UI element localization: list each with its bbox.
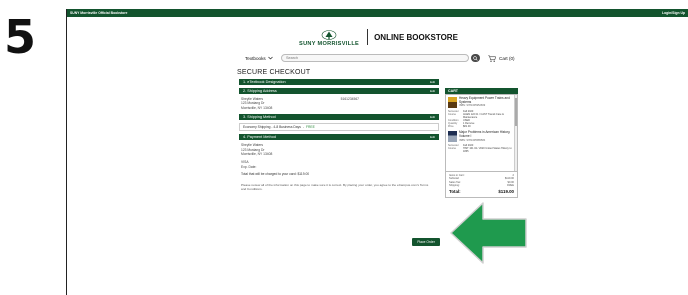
- arrow-pointer-icon: [449, 200, 529, 266]
- total-label: Total:: [449, 188, 461, 194]
- book-cover-icon: [448, 131, 457, 143]
- shipping-address-block: Sheylie Waters 123 Mustang Dr Morrisvill…: [239, 97, 439, 110]
- page-title: SECURE CHECKOUT: [237, 69, 311, 76]
- cart-item-title[interactable]: Major Problems in American History, Volu…: [459, 130, 512, 138]
- place-order-button[interactable]: Place Order: [412, 238, 440, 246]
- shipping-method-box: Economy Shipping - 4-8 Business Days - F…: [239, 123, 439, 132]
- address-city: Morrisville, NY 13408: [241, 105, 273, 110]
- total-charged: Total that will be charged to your card:…: [241, 172, 310, 177]
- section-title: 2. Shipping Address: [243, 89, 277, 93]
- textbooks-dropdown[interactable]: Textbooks: [245, 56, 281, 61]
- cart-scrollbar[interactable]: [514, 95, 517, 171]
- cart-link[interactable]: Cart (0): [488, 55, 515, 62]
- meta-value: HIST 101 02 / 2020 United States History…: [463, 147, 512, 154]
- login-link[interactable]: Login/Sign Up: [662, 11, 685, 15]
- cart-panel: CART Heavy Equipment Power Trains and Sy…: [445, 88, 518, 198]
- logo-seal-text: SUNY MORRISVILLE: [299, 41, 360, 47]
- section-title: 4. Payment Method: [243, 135, 276, 140]
- cart-items-list[interactable]: Heavy Equipment Power Trains and Systems…: [445, 94, 518, 172]
- search-icon: [473, 55, 478, 61]
- edit-link[interactable]: Edit: [430, 115, 435, 119]
- cart-item-isbn: ISBN: 9781305952669: [459, 104, 486, 108]
- cart-item-details: Semester Fall 2020 Course AGEN 122 01 / CA…: [448, 110, 512, 128]
- summary-label: Shipping:: [449, 184, 460, 188]
- section-title: 1. eTextbook Designation: [243, 80, 286, 84]
- step-number: 5: [4, 10, 37, 64]
- search-input[interactable]: Search: [281, 54, 469, 62]
- cart-item-isbn: ISBN: 9781305585584: [459, 138, 486, 142]
- edit-link[interactable]: Edit: [430, 80, 435, 84]
- section-etextbook-designation: 1. eTextbook Designation Edit: [239, 79, 439, 85]
- section-shipping-method: 3. Shipping Method Edit: [239, 114, 439, 121]
- store-name: SUNY Morrisville Official Bookstore: [70, 11, 128, 15]
- checkout-steps: 1. eTextbook Designation Edit 2. Shippin…: [239, 79, 439, 191]
- browser-screenshot: SUNY Morrisville Official Bookstore Logi…: [66, 9, 688, 295]
- payment-block: Sheylie Waters 123 Mustang Dr Morrisvill…: [239, 143, 439, 169]
- cart-item-details: Semester Fall 2020 Course HIST 101 02 / 20…: [448, 144, 512, 153]
- meta-value: $81.00: [463, 125, 471, 129]
- scrollbar-thumb[interactable]: [515, 98, 517, 126]
- payment-exp: Exp. Date:: [241, 164, 257, 169]
- search-button[interactable]: [471, 54, 480, 62]
- summary-value: FREE: [507, 184, 514, 188]
- shipping-cost: FREE: [306, 125, 315, 130]
- total-value: $119.00: [498, 188, 514, 194]
- review-notice: Please review all of the information on …: [241, 183, 429, 192]
- section-payment-method: 4. Payment Method Edit: [239, 134, 439, 141]
- textbooks-label: Textbooks: [245, 55, 266, 61]
- top-bar: SUNY Morrisville Official Bookstore Logi…: [67, 9, 688, 17]
- search-row: Textbooks Search Cart (0): [245, 53, 545, 63]
- chevron-down-icon: [267, 56, 273, 60]
- address-phone: 5161234567: [340, 97, 359, 101]
- edit-link[interactable]: Edit: [430, 135, 435, 139]
- tree-seal-logo-icon: [321, 30, 337, 40]
- cart-icon: [488, 55, 496, 62]
- cart-item: Heavy Equipment Power Trains and Systems…: [448, 96, 512, 108]
- shipping-method-label: Economy Shipping - 4-8 Business Days: [243, 125, 301, 130]
- section-shipping-address: 2. Shipping Address Edit: [239, 88, 439, 94]
- cart-item: Major Problems in American History, Volu…: [448, 130, 512, 143]
- logo-divider: [367, 29, 369, 45]
- cart-label: Cart (0): [499, 55, 515, 61]
- book-cover-icon: [448, 97, 457, 108]
- meta-label: Price: [448, 125, 454, 129]
- store-title: ONLINE BOOKSTORE: [374, 32, 458, 42]
- edit-link[interactable]: Edit: [430, 89, 435, 93]
- meta-label: Course: [448, 147, 457, 151]
- section-title: 3. Shipping Method: [243, 115, 276, 120]
- order-summary: Items in Cart: 2 Subtotal: $119.00 Sales T…: [445, 172, 518, 198]
- logo-header: SUNY MORRISVILLE ONLINE BOOKSTORE: [67, 26, 688, 48]
- suny-morrisville-logo[interactable]: SUNY MORRISVILLE: [297, 26, 361, 48]
